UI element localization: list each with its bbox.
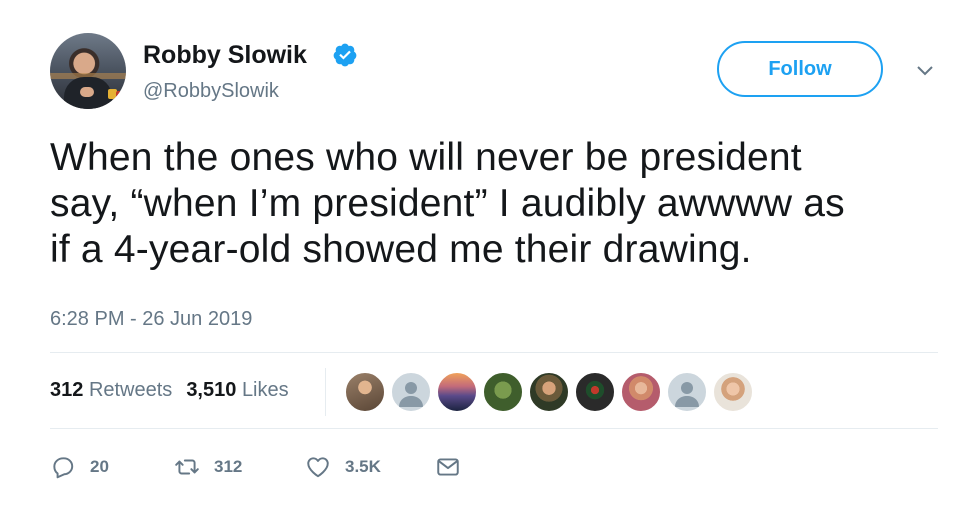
liker-avatar[interactable] xyxy=(667,372,707,412)
divider xyxy=(50,352,938,353)
tweet-stats: 312 Retweets 3,510 Likes xyxy=(50,377,289,403)
liker-avatar[interactable] xyxy=(345,372,385,412)
liker-avatar[interactable] xyxy=(575,372,615,412)
liker-avatar[interactable] xyxy=(529,372,569,412)
envelope-icon xyxy=(437,458,459,476)
likes-stat[interactable]: 3,510 Likes xyxy=(186,379,288,401)
liker-avatar[interactable] xyxy=(713,372,753,412)
tweet-text-line: if a 4-year-old showed me their drawing. xyxy=(50,228,752,271)
liker-avatar[interactable] xyxy=(391,372,431,412)
retweet-button[interactable]: 312 xyxy=(174,452,242,482)
direct-message-button[interactable] xyxy=(435,452,475,482)
reply-button[interactable]: 20 xyxy=(50,452,109,482)
tweet-text-line: When the ones who will never be presiden… xyxy=(50,136,802,179)
retweets-stat[interactable]: 312 Retweets xyxy=(50,379,172,401)
likes-label: Likes xyxy=(241,379,289,401)
chevron-down-icon[interactable] xyxy=(915,64,935,78)
likes-count: 3,510 xyxy=(186,379,237,401)
tweet-text-line: say, “when I’m president” I audibly awww… xyxy=(50,182,845,225)
author-avatar[interactable] xyxy=(50,33,126,109)
retweets-label: Retweets xyxy=(88,379,173,401)
author-name[interactable]: Robby Slowik xyxy=(143,41,307,69)
reply-count: 20 xyxy=(90,457,109,476)
tweet-text: When the ones who will never be presiden… xyxy=(50,135,950,273)
verified-badge-icon xyxy=(333,43,357,67)
retweets-count: 312 xyxy=(50,379,84,401)
reply-icon xyxy=(53,457,74,479)
like-count: 3.5K xyxy=(345,457,381,476)
tweet-timestamp[interactable]: 6:28 PM - 26 Jun 2019 xyxy=(50,308,252,331)
liker-avatar[interactable] xyxy=(437,372,477,412)
heart-icon xyxy=(307,457,329,478)
like-button[interactable]: 3.5K xyxy=(305,452,381,482)
retweet-icon xyxy=(175,459,199,475)
retweet-count: 312 xyxy=(214,457,243,476)
divider xyxy=(50,428,938,429)
follow-button[interactable]: Follow xyxy=(717,41,883,97)
stats-divider xyxy=(325,368,326,416)
author-handle[interactable]: @RobbySlowik xyxy=(143,79,279,103)
liker-avatar[interactable] xyxy=(483,372,523,412)
liker-avatar[interactable] xyxy=(621,372,661,412)
